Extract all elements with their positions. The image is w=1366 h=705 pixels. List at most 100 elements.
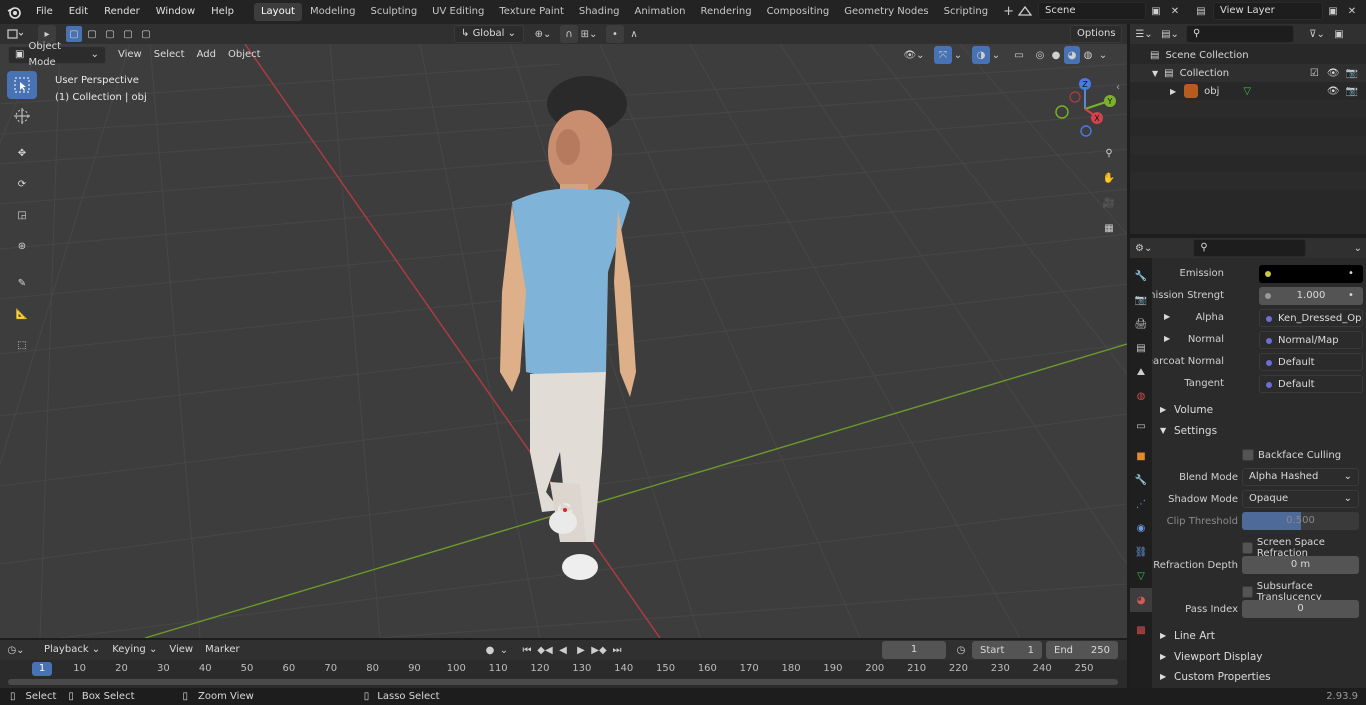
- material-tab-icon[interactable]: ◕: [1130, 588, 1152, 612]
- timeline-menu-keying[interactable]: Keying ⌄: [106, 641, 163, 659]
- 3d-viewport[interactable]: User Perspective (1) Collection | obj Z …: [0, 44, 1127, 638]
- tab-layout[interactable]: Layout: [253, 3, 302, 21]
- rendered-shading-icon[interactable]: ◍: [1080, 46, 1096, 64]
- blender-logo-icon[interactable]: [0, 0, 28, 24]
- menu-file[interactable]: File: [28, 0, 61, 24]
- object-tab-icon[interactable]: ■: [1130, 444, 1152, 468]
- tab-animation[interactable]: Animation: [628, 3, 693, 21]
- refraction-depth-field[interactable]: 0 m: [1242, 556, 1359, 574]
- proportional-falloff-icon[interactable]: ∧: [624, 25, 644, 43]
- scene-tab-icon[interactable]: ⛰: [1130, 360, 1152, 384]
- record-icon[interactable]: ●: [482, 641, 498, 659]
- annotate-tool-icon[interactable]: ✎: [7, 269, 37, 297]
- camera-view-icon[interactable]: 🎥: [1098, 192, 1120, 214]
- wireframe-shading-icon[interactable]: ◎: [1032, 46, 1048, 64]
- keyframe-dot-icon[interactable]: •: [1348, 268, 1354, 279]
- menu-edit[interactable]: Edit: [61, 0, 96, 24]
- modifier-tab-icon[interactable]: 🔧: [1130, 468, 1152, 492]
- expand-arrow-icon[interactable]: ▶: [1170, 87, 1176, 96]
- collection-tab-icon[interactable]: ▭: [1130, 414, 1152, 438]
- properties-options-icon[interactable]: ⌄: [1350, 239, 1366, 257]
- next-keyframe-icon[interactable]: ▶◆: [590, 641, 608, 659]
- tab-shading[interactable]: Shading: [572, 3, 627, 21]
- cursor-tool-icon[interactable]: [7, 102, 37, 130]
- scene-icon[interactable]: [1012, 2, 1038, 20]
- new-collection-icon[interactable]: ▣: [1330, 24, 1348, 44]
- outliner-row-scene-collection[interactable]: ▤ Scene Collection: [1130, 46, 1366, 64]
- scale-tool-icon[interactable]: ◲: [7, 201, 37, 229]
- timeline-menu-playback[interactable]: Playback ⌄: [38, 641, 106, 659]
- backface-culling-toggle[interactable]: Backface Culling: [1242, 449, 1341, 461]
- panel-settings[interactable]: ▼ Settings: [1152, 421, 1366, 441]
- properties-editor-type-icon[interactable]: ⚙⌄: [1130, 238, 1157, 258]
- display-mode-icon[interactable]: ▤⌄: [1158, 24, 1182, 44]
- data-tab-icon[interactable]: ▽: [1130, 564, 1152, 588]
- tab-modeling[interactable]: Modeling: [303, 3, 363, 21]
- hide-eye-icon[interactable]: 👁: [1327, 86, 1340, 97]
- tab-rendering[interactable]: Rendering: [693, 3, 758, 21]
- particles-tab-icon[interactable]: ⋰: [1130, 492, 1152, 516]
- close-view-layer-icon[interactable]: ✕: [1343, 2, 1361, 20]
- clearcoat-normal-field[interactable]: Default: [1259, 353, 1363, 371]
- scene-name-field[interactable]: Scene: [1038, 2, 1146, 20]
- play-reverse-icon[interactable]: ◀: [554, 641, 572, 659]
- shading-dropdown-icon[interactable]: ⌄: [1096, 46, 1110, 64]
- mesh-data-icon[interactable]: ▽: [1243, 86, 1251, 97]
- tool-tab-icon[interactable]: 🔧: [1130, 264, 1152, 288]
- timeline-menu-view[interactable]: View: [163, 641, 199, 659]
- expand-arrow-icon[interactable]: ▶: [1164, 312, 1170, 321]
- mode-dropdown[interactable]: ▣ Object Mode ⌄: [8, 41, 106, 68]
- new-view-layer-icon[interactable]: ▣: [1323, 2, 1343, 20]
- physics-tab-icon[interactable]: ◉: [1130, 516, 1152, 540]
- use-preview-range-icon[interactable]: ◷: [952, 641, 970, 659]
- shadow-mode-dropdown[interactable]: Opaque ⌄: [1242, 490, 1359, 508]
- filter-icon[interactable]: ⊽⌄: [1304, 24, 1330, 44]
- close-scene-icon[interactable]: ✕: [1166, 2, 1184, 20]
- constraints-tab-icon[interactable]: ⛓: [1130, 540, 1152, 564]
- sidebar-toggle-icon[interactable]: ‹: [1116, 82, 1120, 93]
- timeline-editor-type-icon[interactable]: ◷⌄: [0, 640, 32, 660]
- timeline-scrollbar[interactable]: [8, 679, 1118, 685]
- jump-start-icon[interactable]: ⏮: [518, 641, 536, 659]
- jump-end-icon[interactable]: ⏭: [608, 641, 626, 659]
- panel-volume[interactable]: ▶ Volume: [1152, 400, 1366, 420]
- normal-link-field[interactable]: Normal/Map: [1259, 331, 1363, 349]
- viewport-menu-view[interactable]: View: [112, 46, 148, 64]
- snap-toggle-icon[interactable]: ∩: [560, 25, 578, 43]
- menu-render[interactable]: Render: [96, 0, 148, 24]
- overlays-dropdown-icon[interactable]: ⌄: [990, 46, 1002, 64]
- new-scene-icon[interactable]: ▣: [1146, 2, 1166, 20]
- blend-mode-dropdown[interactable]: Alpha Hashed ⌄: [1242, 468, 1359, 486]
- viewport-menu-object[interactable]: Object: [222, 46, 267, 64]
- overlays-toggle-icon[interactable]: ◑: [972, 46, 990, 64]
- zoom-icon[interactable]: ⚲: [1098, 142, 1120, 164]
- tab-texture-paint[interactable]: Texture Paint: [492, 3, 571, 21]
- hide-eye-icon[interactable]: 👁: [1327, 68, 1340, 79]
- view-layer-icon[interactable]: ▤: [1189, 2, 1213, 20]
- select-mode-subtract-icon[interactable]: ▢: [102, 26, 118, 42]
- tab-compositing[interactable]: Compositing: [760, 3, 837, 21]
- viewport-menu-add[interactable]: Add: [191, 46, 222, 64]
- menu-help[interactable]: Help: [203, 0, 242, 24]
- alpha-link-field[interactable]: Ken_Dressed_Opacit...: [1259, 309, 1363, 327]
- outliner-row-obj[interactable]: ▶ obj ▽ 👁 📷: [1130, 82, 1366, 100]
- tab-sculpting[interactable]: Sculpting: [363, 3, 424, 21]
- panel-line-art[interactable]: ▶ Line Art: [1152, 626, 1366, 646]
- view-layer-tab-icon[interactable]: ▤: [1130, 336, 1152, 360]
- start-frame-field[interactable]: Start 1: [972, 641, 1042, 659]
- 3d-cursor-icon[interactable]: [558, 503, 572, 517]
- viewport-menu-select[interactable]: Select: [148, 46, 191, 64]
- proportional-edit-icon[interactable]: •: [606, 25, 624, 43]
- play-icon[interactable]: ▶: [572, 641, 590, 659]
- pass-index-field[interactable]: 0: [1242, 600, 1359, 618]
- rotate-tool-icon[interactable]: ⟳: [7, 170, 37, 198]
- end-frame-field[interactable]: End 250: [1046, 641, 1118, 659]
- texture-tab-icon[interactable]: ▩: [1130, 618, 1152, 642]
- gizmo-toggle-icon[interactable]: ⤧: [934, 46, 952, 64]
- navigation-gizmo[interactable]: Z Y X: [1051, 73, 1121, 143]
- move-tool-icon[interactable]: ✥: [7, 139, 37, 167]
- outliner-search-field[interactable]: ⚲: [1186, 25, 1294, 43]
- render-camera-icon[interactable]: 📷: [1346, 68, 1358, 79]
- transform-orientation-dropdown[interactable]: ↳ Global ⌄: [454, 25, 524, 43]
- solid-shading-icon[interactable]: ●: [1048, 46, 1064, 64]
